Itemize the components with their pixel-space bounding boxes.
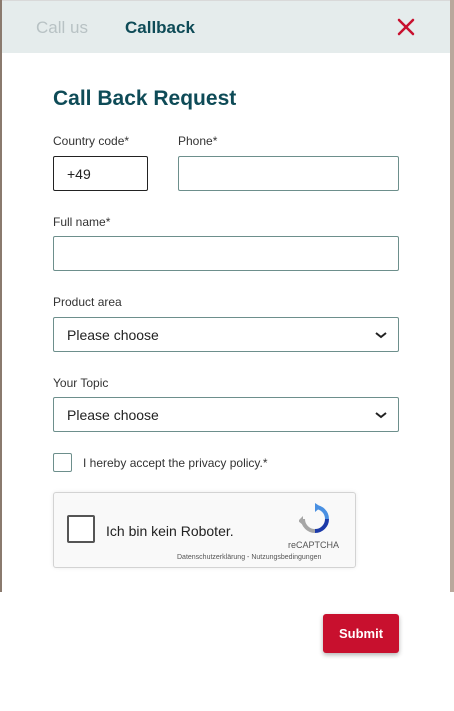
- topic-label: Your Topic: [53, 376, 109, 390]
- product-area-select[interactable]: Please choose: [53, 317, 399, 352]
- close-button[interactable]: [395, 16, 417, 38]
- form-title: Call Back Request: [53, 87, 237, 110]
- topic-select[interactable]: Please choose: [53, 397, 399, 432]
- recaptcha-logo-icon: [299, 503, 329, 533]
- product-area-value: Please choose: [67, 326, 159, 343]
- callback-panel: Call us Callback Call Back Request Count…: [2, 0, 450, 711]
- phone-input[interactable]: [178, 156, 399, 191]
- close-icon: [397, 18, 415, 36]
- recaptcha-widget: Ich bin kein Roboter. reCAPTCHA Datensch…: [53, 492, 356, 568]
- full-name-input[interactable]: [53, 236, 399, 271]
- country-code-label: Country code*: [53, 134, 130, 148]
- tab-bar: Call us Callback: [2, 0, 450, 53]
- product-area-label: Product area: [53, 295, 122, 309]
- recaptcha-brand: reCAPTCHA: [288, 540, 340, 550]
- full-name-label: Full name*: [53, 215, 111, 229]
- country-code-value: +49: [67, 165, 91, 182]
- recaptcha-label: Ich bin kein Roboter.: [106, 523, 234, 539]
- tab-call-us[interactable]: Call us: [36, 18, 88, 38]
- topic-value: Please choose: [67, 406, 159, 423]
- privacy-label: I hereby accept the privacy policy.*: [83, 456, 268, 470]
- submit-button[interactable]: Submit: [323, 614, 399, 653]
- tab-callback[interactable]: Callback: [125, 18, 195, 38]
- chevron-down-icon: [375, 331, 387, 338]
- country-code-input[interactable]: +49: [53, 156, 148, 191]
- recaptcha-checkbox[interactable]: [67, 515, 95, 543]
- phone-label: Phone*: [178, 134, 218, 148]
- recaptcha-links[interactable]: Datenschutzerklärung - Nutzungsbedingung…: [177, 554, 321, 561]
- chevron-down-icon: [375, 411, 387, 418]
- privacy-checkbox[interactable]: [53, 453, 72, 472]
